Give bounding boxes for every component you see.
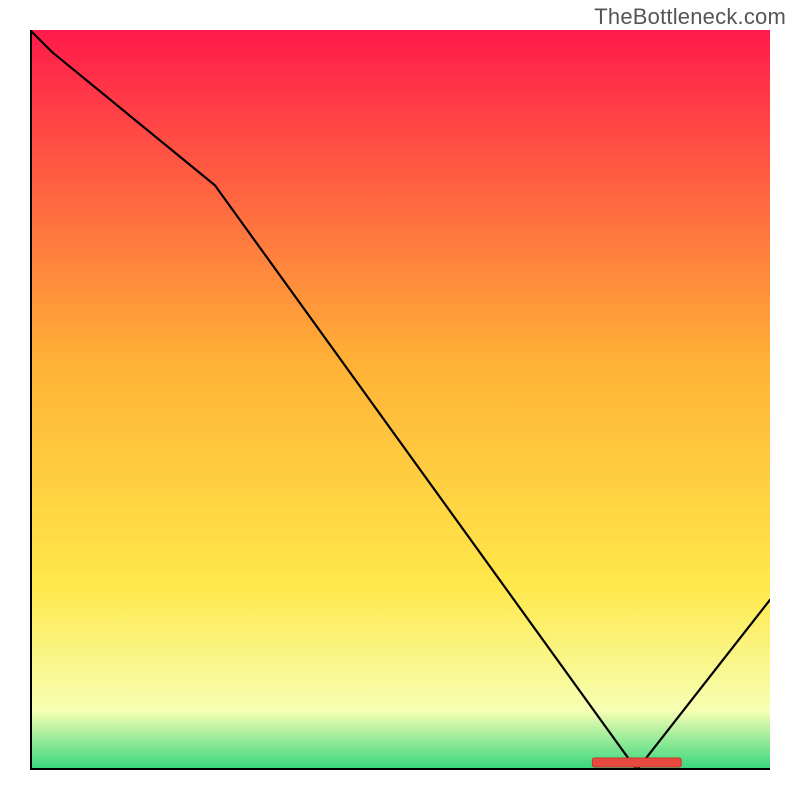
chart-svg [30, 30, 770, 770]
plot-area [30, 30, 770, 770]
annotation-marker [592, 758, 681, 767]
chart-container: TheBottleneck.com [0, 0, 800, 800]
watermark-text: TheBottleneck.com [594, 4, 786, 30]
chart-background [30, 30, 770, 770]
